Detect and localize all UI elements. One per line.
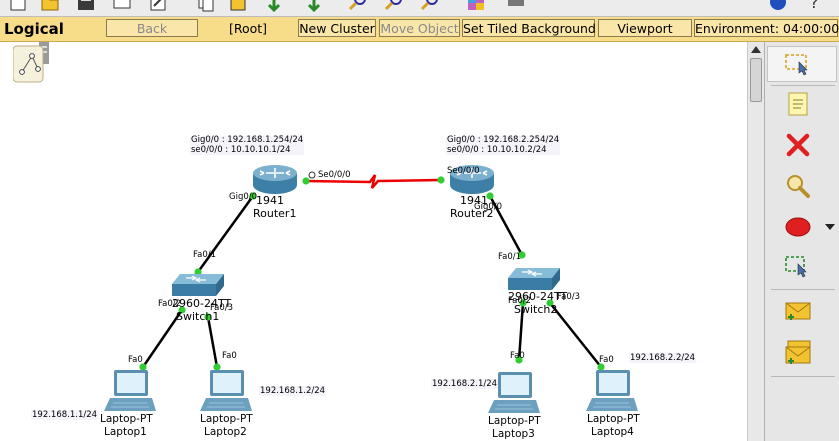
open-folder-icon[interactable] bbox=[40, 0, 60, 12]
laptop2-model: Laptop-PT bbox=[200, 413, 253, 425]
link-router1-switch1 bbox=[196, 195, 255, 273]
environment-button[interactable]: Environment: 04:00:00 bbox=[694, 19, 839, 37]
copy-icon[interactable] bbox=[196, 0, 216, 12]
link-switch1-laptop2 bbox=[206, 316, 219, 368]
router1-name[interactable]: Router1 bbox=[253, 208, 296, 219]
select-tool[interactable] bbox=[781, 47, 815, 81]
router2-gig-port-label: Gig0/0 bbox=[474, 202, 503, 212]
delete-icon bbox=[786, 133, 810, 157]
resize-icon bbox=[785, 256, 807, 278]
save-icon[interactable] bbox=[76, 0, 96, 12]
router1-icon[interactable] bbox=[252, 164, 298, 196]
move-object-button[interactable]: Move Object bbox=[379, 19, 460, 37]
router2-serial-ip: se0/0/0 : 10.10.10.2/24 bbox=[447, 144, 547, 155]
vertical-scrollbar[interactable] bbox=[747, 42, 765, 441]
add-simple-pdu-icon bbox=[785, 302, 811, 320]
device-manager-icon[interactable] bbox=[506, 0, 526, 12]
laptop1-ip-note: 192.168.1.1/24 bbox=[31, 410, 99, 420]
laptop4-icon[interactable] bbox=[586, 369, 638, 413]
undo-icon[interactable] bbox=[264, 0, 284, 12]
logical-tab[interactable]: Logical bbox=[4, 20, 64, 38]
svg-text:?: ? bbox=[810, 0, 819, 12]
chevron-down-icon[interactable] bbox=[825, 224, 835, 230]
clock-icon bbox=[308, 171, 316, 179]
set-tiled-background-button[interactable]: Set Tiled Background bbox=[462, 19, 596, 37]
edit-icon[interactable] bbox=[148, 0, 168, 12]
laptop1-icon[interactable] bbox=[104, 369, 156, 413]
new-file-icon[interactable] bbox=[8, 0, 28, 12]
delete-tool[interactable] bbox=[781, 128, 815, 162]
place-note-tool[interactable] bbox=[781, 87, 815, 121]
switch2-fa02-label: Fa0/2 bbox=[508, 296, 531, 306]
logical-workspace[interactable]: Gig0/0 : 192.168.1.254/24 se0/0/0 : 10.1… bbox=[0, 42, 747, 441]
common-tools-bar bbox=[764, 42, 839, 441]
laptop1-name[interactable]: Laptop1 bbox=[104, 427, 147, 438]
router1-serial-port-label: Se0/0/0 bbox=[318, 170, 351, 180]
switch1-icon[interactable] bbox=[170, 272, 226, 298]
laptop2-port-label: Fa0 bbox=[222, 351, 237, 361]
root-breadcrumb: [Root] bbox=[228, 21, 268, 36]
zoom-out-icon[interactable] bbox=[420, 0, 440, 12]
zoom-reset-icon[interactable] bbox=[384, 0, 404, 12]
router1-gig-port-label: Gig0/0 bbox=[229, 192, 258, 202]
port-light bbox=[302, 177, 310, 185]
redo-icon[interactable] bbox=[304, 0, 324, 12]
router1-ip-note: Gig0/0 : 192.168.1.254/24 se0/0/0 : 10.1… bbox=[190, 135, 305, 155]
viewport-button[interactable]: Viewport bbox=[598, 19, 692, 37]
note-icon bbox=[788, 92, 808, 116]
port-light bbox=[437, 176, 445, 184]
laptop3-model: Laptop-PT bbox=[488, 415, 541, 427]
paste-icon[interactable] bbox=[228, 0, 248, 12]
switch2-fa01-label: Fa0/1 bbox=[498, 252, 521, 262]
router1-model: 1941 bbox=[256, 194, 284, 207]
info-icon[interactable] bbox=[768, 0, 788, 12]
laptop3-ip-note: 192.168.2.1/24 bbox=[431, 379, 499, 389]
laptop2-name[interactable]: Laptop2 bbox=[204, 427, 247, 438]
laptop2-icon[interactable] bbox=[200, 369, 252, 413]
router1-serial-ip: se0/0/0 : 10.10.10.1/24 bbox=[191, 144, 291, 155]
laptop3-name[interactable]: Laptop3 bbox=[492, 429, 535, 440]
draw-ellipse-icon bbox=[785, 217, 811, 237]
select-icon bbox=[785, 54, 808, 76]
new-cluster-button[interactable]: New Cluster bbox=[298, 19, 376, 37]
laptop4-model: Laptop-PT bbox=[587, 413, 640, 425]
router2-serial-port-label: Se0/0/0 bbox=[447, 166, 480, 176]
scroll-up-arrow-icon[interactable] bbox=[751, 46, 761, 53]
laptop1-port-label: Fa0 bbox=[128, 355, 143, 365]
palette-icon[interactable] bbox=[466, 0, 486, 12]
inspect-icon bbox=[787, 175, 810, 198]
switch2-fa03-label: Fa0/3 bbox=[557, 292, 580, 302]
workspace-toolbar: Logical Back [Root] New Cluster Move Obj… bbox=[0, 17, 839, 42]
link-switch2-laptop4 bbox=[549, 302, 602, 368]
help-icon[interactable]: ? bbox=[806, 0, 826, 12]
switch1-fa02-label: Fa0/2 bbox=[158, 299, 181, 309]
resize-shape-tool[interactable] bbox=[781, 249, 815, 283]
back-button[interactable]: Back bbox=[106, 19, 198, 37]
laptop3-icon[interactable] bbox=[488, 371, 540, 415]
add-simple-pdu-tool[interactable] bbox=[781, 294, 815, 328]
switch1-fa01-label: Fa0/1 bbox=[193, 250, 216, 260]
print-icon[interactable] bbox=[112, 0, 132, 12]
laptop3-port-label: Fa0 bbox=[510, 351, 525, 361]
switch2-icon[interactable] bbox=[506, 266, 562, 292]
inspect-tool[interactable] bbox=[781, 169, 815, 203]
laptop4-port-label: Fa0 bbox=[599, 355, 614, 365]
laptop1-model: Laptop-PT bbox=[100, 413, 153, 425]
scroll-thumb[interactable] bbox=[750, 58, 762, 102]
add-complex-pdu-tool[interactable] bbox=[781, 336, 815, 370]
main-toolbar: ? bbox=[0, 0, 839, 17]
laptop4-ip-note: 192.168.2.2/24 bbox=[629, 353, 697, 363]
router2-ip-note: Gig0/0 : 192.168.2.254/24 se0/0/0 : 10.1… bbox=[446, 135, 561, 155]
add-complex-pdu-icon bbox=[785, 340, 811, 364]
laptop2-ip-note: 192.168.1.2/24 bbox=[259, 386, 327, 396]
switch1-fa03-label: Fa0/3 bbox=[210, 303, 233, 313]
zoom-in-icon[interactable] bbox=[348, 0, 368, 12]
draw-ellipse-tool[interactable] bbox=[781, 210, 815, 244]
laptop4-name[interactable]: Laptop4 bbox=[591, 427, 634, 438]
